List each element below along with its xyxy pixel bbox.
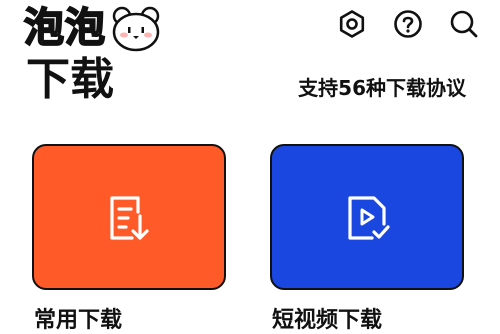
settings-button[interactable] [334,6,370,42]
settings-icon [339,10,365,38]
short-video-download-label: 短视频下载 [272,308,383,333]
search-icon [450,10,478,38]
help-button[interactable] [390,6,426,42]
bear-logo-icon [112,6,160,52]
app-logo: 泡泡 [23,2,162,54]
page-title: 下载 [26,54,114,105]
logo-text: 泡泡 [23,5,106,51]
short-video-download-card[interactable] [270,144,464,290]
search-button[interactable] [446,6,482,42]
common-download-card[interactable] [32,144,226,290]
header-toolbar [334,6,482,42]
protocol-support-note: 支持56种下载协议 [298,76,466,100]
video-file-check-icon [348,196,390,240]
common-download-label: 常用下载 [34,308,123,333]
help-icon [394,10,422,38]
document-download-icon [110,196,149,240]
